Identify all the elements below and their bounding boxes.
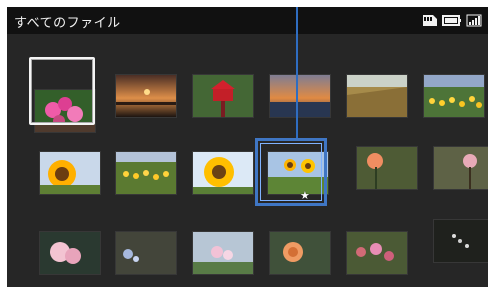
thumbnail-13[interactable] [39,231,101,275]
thumbnail-15[interactable] [192,231,254,275]
status-area [422,14,482,27]
thumbnail-14[interactable] [115,231,177,275]
selected-thumbnail-frame [255,138,327,206]
thumbnail-11[interactable] [356,146,418,190]
thumbnail-17[interactable] [346,231,408,275]
header-bar: すべてのファイル [7,7,488,34]
thumbnail-8[interactable] [115,151,177,195]
thumbnail-2[interactable] [115,74,177,118]
file-browser-screen: すべてのファイル ★ [7,7,495,287]
thumbnail-6[interactable] [423,74,485,118]
thumbnail-12[interactable] [433,146,495,190]
highlight-cursor [29,57,95,125]
memory-card-icon [423,15,437,26]
page-title: すべてのファイル [14,16,121,31]
signal-icon [466,14,482,27]
right-margin [488,0,495,294]
thumbnail-9[interactable] [192,151,254,195]
thumbnail-18[interactable] [433,219,495,263]
thumbnail-4[interactable] [269,74,331,118]
thumbnail-16[interactable] [269,231,331,275]
annotation-line [296,7,298,138]
favorite-star-icon: ★ [300,189,310,202]
thumbnail-5[interactable] [346,74,408,118]
thumbnail-7[interactable] [39,151,101,195]
battery-icon [442,15,461,26]
thumbnail-3[interactable] [192,74,254,118]
